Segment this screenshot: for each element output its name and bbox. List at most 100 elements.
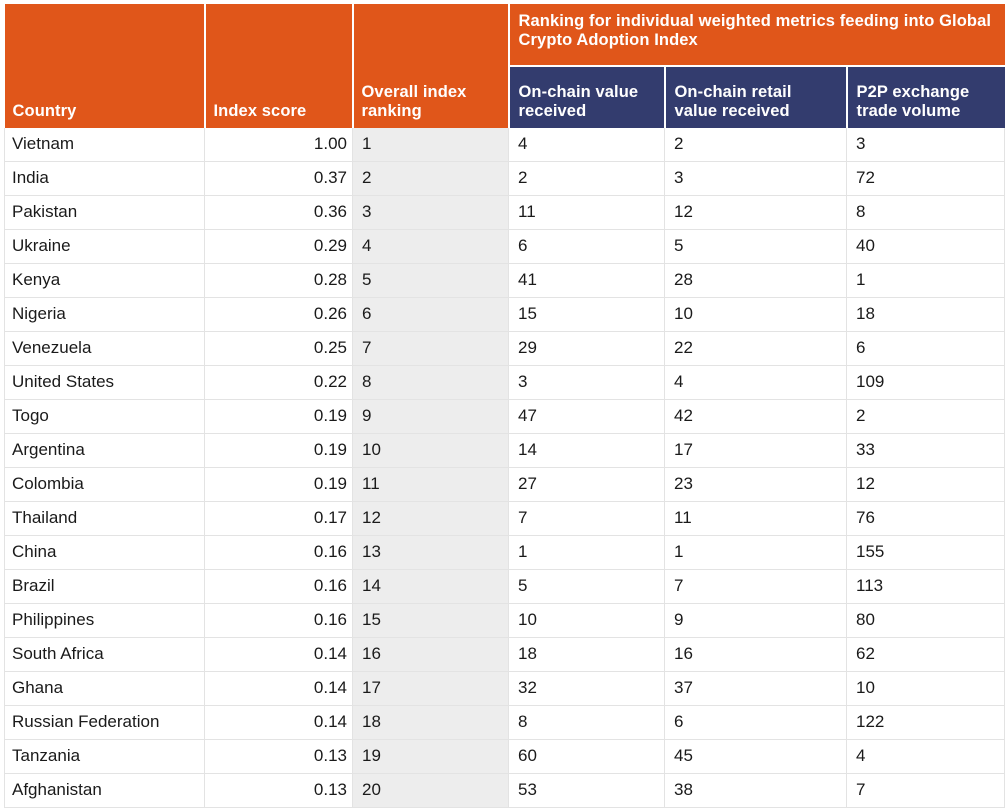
cell-on-chain-value-received: 1 <box>508 535 665 570</box>
table-row: Togo 0.19 9 47 42 2 <box>4 399 1006 434</box>
cell-on-chain-value-received: 11 <box>508 195 665 230</box>
table-row: India 0.37 2 2 3 72 <box>4 161 1006 196</box>
cell-on-chain-retail-value-received: 45 <box>664 739 847 774</box>
cell-p2p-exchange-trade-volume: 2 <box>846 399 1006 434</box>
cell-p2p-exchange-trade-volume: 109 <box>846 365 1006 400</box>
cell-index-score: 0.28 <box>204 263 353 298</box>
cell-on-chain-retail-value-received: 7 <box>664 569 847 604</box>
cell-on-chain-retail-value-received: 1 <box>664 535 847 570</box>
cell-country: Argentina <box>4 433 205 468</box>
table-row: Vietnam 1.00 1 4 2 3 <box>4 128 1006 162</box>
cell-p2p-exchange-trade-volume: 12 <box>846 467 1006 502</box>
cell-p2p-exchange-trade-volume: 3 <box>846 128 1006 162</box>
cell-index-score: 0.36 <box>204 195 353 230</box>
cell-index-score: 0.13 <box>204 739 353 774</box>
cell-overall-index-ranking: 9 <box>352 399 509 434</box>
table-row: Afghanistan 0.13 20 53 38 7 <box>4 773 1006 808</box>
cell-country: India <box>4 161 205 196</box>
table-row: Nigeria 0.26 6 15 10 18 <box>4 297 1006 332</box>
cell-p2p-exchange-trade-volume: 76 <box>846 501 1006 536</box>
cell-p2p-exchange-trade-volume: 10 <box>846 671 1006 706</box>
column-header-index-score[interactable]: Index score <box>204 4 354 128</box>
table-row: United States 0.22 8 3 4 109 <box>4 365 1006 400</box>
table-row: Colombia 0.19 11 27 23 12 <box>4 467 1006 502</box>
cell-overall-index-ranking: 13 <box>352 535 509 570</box>
cell-on-chain-retail-value-received: 23 <box>664 467 847 502</box>
cell-index-score: 0.19 <box>204 467 353 502</box>
cell-on-chain-value-received: 18 <box>508 637 665 672</box>
cell-on-chain-retail-value-received: 17 <box>664 433 847 468</box>
cell-on-chain-value-received: 5 <box>508 569 665 604</box>
cell-on-chain-retail-value-received: 6 <box>664 705 847 740</box>
column-header-on-chain-value-received[interactable]: On-chain value received <box>507 65 666 128</box>
cell-country: Pakistan <box>4 195 205 230</box>
cell-p2p-exchange-trade-volume: 72 <box>846 161 1006 196</box>
cell-country: Kenya <box>4 263 205 298</box>
cell-overall-index-ranking: 15 <box>352 603 509 638</box>
cell-index-score: 0.16 <box>204 569 353 604</box>
cell-overall-index-ranking: 6 <box>352 297 509 332</box>
column-header-on-chain-retail-value-received[interactable]: On-chain retail value received <box>664 65 848 128</box>
cell-on-chain-retail-value-received: 42 <box>664 399 847 434</box>
cell-on-chain-value-received: 10 <box>508 603 665 638</box>
cell-on-chain-retail-value-received: 9 <box>664 603 847 638</box>
cell-on-chain-retail-value-received: 28 <box>664 263 847 298</box>
cell-on-chain-retail-value-received: 22 <box>664 331 847 366</box>
global-crypto-adoption-index-table: Country Index score Overall index rankin… <box>4 4 1006 808</box>
cell-on-chain-value-received: 29 <box>508 331 665 366</box>
cell-country: Ukraine <box>4 229 205 264</box>
cell-overall-index-ranking: 2 <box>352 161 509 196</box>
column-header-country[interactable]: Country <box>4 4 206 128</box>
table-row: Brazil 0.16 14 5 7 113 <box>4 569 1006 604</box>
cell-p2p-exchange-trade-volume: 40 <box>846 229 1006 264</box>
cell-on-chain-value-received: 2 <box>508 161 665 196</box>
cell-index-score: 0.26 <box>204 297 353 332</box>
cell-country: Togo <box>4 399 205 434</box>
column-header-overall-index-ranking[interactable]: Overall index ranking <box>352 4 510 128</box>
table-row: South Africa 0.14 16 18 16 62 <box>4 637 1006 672</box>
cell-p2p-exchange-trade-volume: 80 <box>846 603 1006 638</box>
cell-index-score: 0.14 <box>204 637 353 672</box>
cell-index-score: 0.17 <box>204 501 353 536</box>
cell-index-score: 0.22 <box>204 365 353 400</box>
cell-index-score: 0.14 <box>204 705 353 740</box>
cell-country: Colombia <box>4 467 205 502</box>
table-row: Philippines 0.16 15 10 9 80 <box>4 603 1006 638</box>
cell-on-chain-value-received: 15 <box>508 297 665 332</box>
cell-country: Thailand <box>4 501 205 536</box>
cell-index-score: 0.16 <box>204 603 353 638</box>
cell-overall-index-ranking: 3 <box>352 195 509 230</box>
cell-p2p-exchange-trade-volume: 1 <box>846 263 1006 298</box>
cell-on-chain-retail-value-received: 5 <box>664 229 847 264</box>
cell-country: South Africa <box>4 637 205 672</box>
cell-on-chain-retail-value-received: 11 <box>664 501 847 536</box>
cell-country: Philippines <box>4 603 205 638</box>
column-header-p2p-exchange-trade-volume[interactable]: P2P exchange trade volume <box>846 65 1005 128</box>
cell-overall-index-ranking: 18 <box>352 705 509 740</box>
cell-index-score: 0.25 <box>204 331 353 366</box>
cell-on-chain-value-received: 60 <box>508 739 665 774</box>
cell-index-score: 0.37 <box>204 161 353 196</box>
table-row: Pakistan 0.36 3 11 12 8 <box>4 195 1006 230</box>
cell-on-chain-value-received: 8 <box>508 705 665 740</box>
table-row: Venezuela 0.25 7 29 22 6 <box>4 331 1006 366</box>
cell-on-chain-value-received: 53 <box>508 773 665 808</box>
cell-on-chain-retail-value-received: 10 <box>664 297 847 332</box>
cell-country: Nigeria <box>4 297 205 332</box>
cell-overall-index-ranking: 16 <box>352 637 509 672</box>
cell-overall-index-ranking: 14 <box>352 569 509 604</box>
cell-on-chain-value-received: 47 <box>508 399 665 434</box>
cell-country: Venezuela <box>4 331 205 366</box>
table-header: Country Index score Overall index rankin… <box>4 4 1005 128</box>
cell-on-chain-retail-value-received: 37 <box>664 671 847 706</box>
cell-on-chain-value-received: 3 <box>508 365 665 400</box>
table-row: Tanzania 0.13 19 60 45 4 <box>4 739 1006 774</box>
cell-on-chain-retail-value-received: 38 <box>664 773 847 808</box>
cell-index-score: 0.19 <box>204 433 353 468</box>
crypto-adoption-table-container: Country Index score Overall index rankin… <box>0 0 1008 808</box>
cell-overall-index-ranking: 10 <box>352 433 509 468</box>
cell-on-chain-retail-value-received: 12 <box>664 195 847 230</box>
cell-p2p-exchange-trade-volume: 18 <box>846 297 1006 332</box>
cell-p2p-exchange-trade-volume: 113 <box>846 569 1006 604</box>
cell-overall-index-ranking: 5 <box>352 263 509 298</box>
